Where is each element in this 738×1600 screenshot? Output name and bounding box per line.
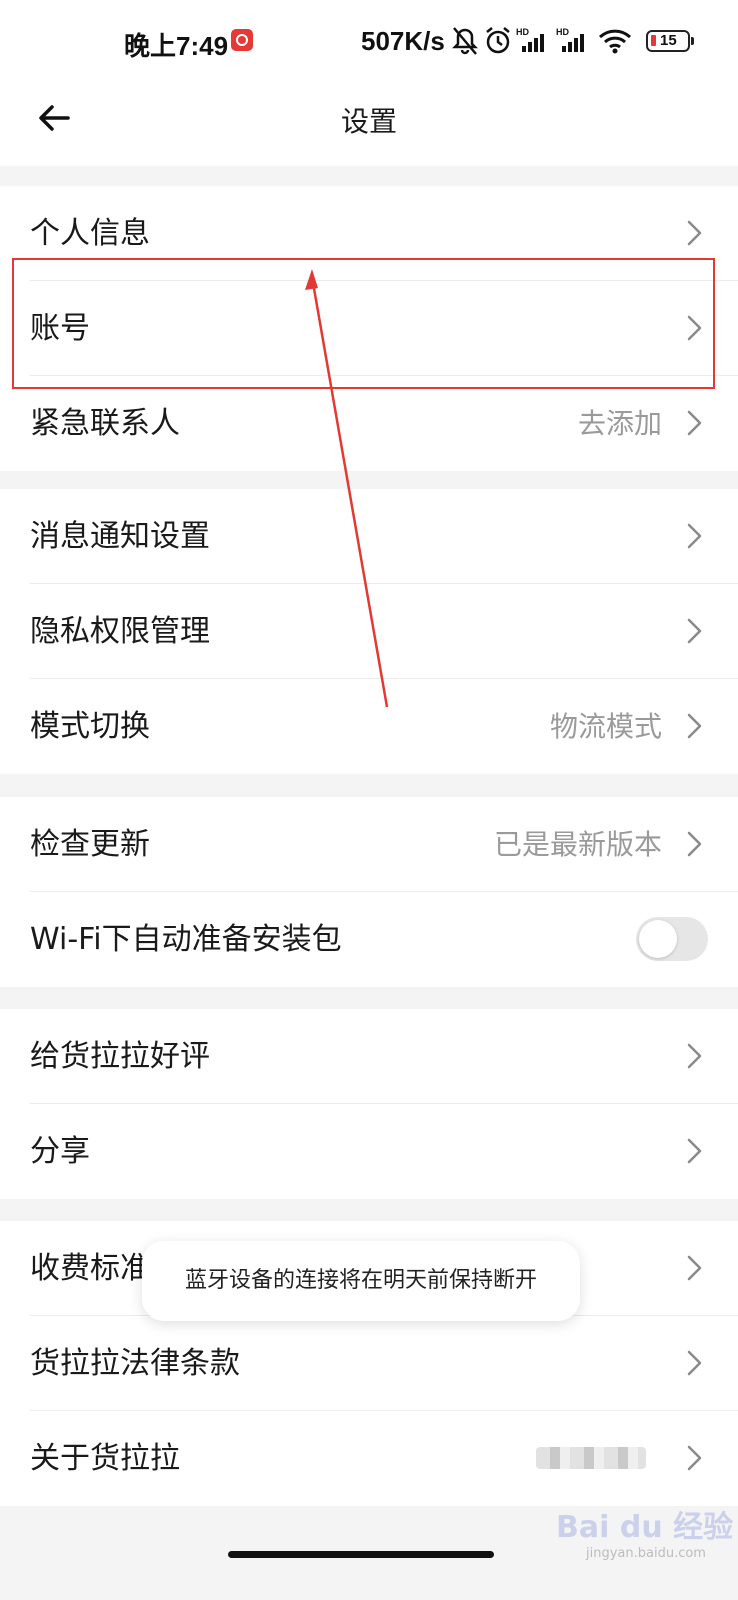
signal-hd-icon: HD [516,27,544,52]
chevron-right-icon [687,523,702,549]
row-mode-switch[interactable]: 模式切换 物流模式 [0,679,738,774]
row-label: 检查更新 [30,827,150,862]
version-pixelated [536,1447,646,1469]
network-speed: 507K/s [361,26,445,56]
wifi-icon [598,29,632,54]
chevron-right-icon [687,831,702,857]
row-value: 去添加 [577,407,662,440]
svg-text:HD: HD [516,27,529,37]
row-label: 隐私权限管理 [30,614,210,649]
chevron-right-icon [687,1445,702,1471]
watermark-logo: Bai du 经验 jingyan.baidu.com [556,1502,733,1561]
watermark-sub: jingyan.baidu.com [586,1546,706,1561]
svg-text:HD: HD [556,27,569,37]
toast-message: 蓝牙设备的连接将在明天前保持断开 [142,1241,580,1321]
toggle-knob [639,920,677,958]
row-notification-settings[interactable]: 消息通知设置 [0,489,738,584]
row-value: 物流模式 [549,710,662,743]
row-label: 关于货拉拉 [30,1441,180,1476]
home-indicator [228,1551,494,1558]
row-label: 紧急联系人 [30,406,180,441]
alarm-icon [486,27,510,54]
settings-group-privacy: 消息通知设置 隐私权限管理 模式切换 物流模式 [0,489,738,774]
battery-icon: 15 [646,30,694,52]
settings-group-share: 给货拉拉好评 分享 [0,1009,738,1199]
row-about[interactable]: 关于货拉拉 [0,1411,738,1506]
row-check-update[interactable]: 检查更新 已是最新版本 [0,797,738,892]
chevron-right-icon [687,410,702,436]
header: 设置 [0,84,738,166]
row-label: Wi-Fi下自动准备安装包 [30,922,342,957]
row-privacy-permissions[interactable]: 隐私权限管理 [0,584,738,679]
chevron-right-icon [687,220,702,246]
watermark-text: Bai du 经验 [556,1510,734,1545]
row-label: 收费标准 [30,1251,150,1286]
row-wifi-auto-download: Wi-Fi下自动准备安装包 [0,892,738,987]
bell-muted-icon [452,27,478,55]
status-time: 晚上7:49 [124,31,229,61]
page-title: 设置 [340,105,397,138]
annotation-highlight-box [12,258,715,389]
row-label: 模式切换 [30,709,150,744]
row-value: 已是最新版本 [493,828,662,861]
row-label: 消息通知设置 [30,519,210,554]
chevron-right-icon [687,1138,702,1164]
app-notification-icon [231,29,253,51]
chevron-right-icon [687,1043,702,1069]
settings-group-update: 检查更新 已是最新版本 Wi-Fi下自动准备安装包 [0,797,738,987]
status-icons: HD HD 15 [452,26,702,58]
row-share[interactable]: 分享 [0,1104,738,1199]
row-label: 货拉拉法律条款 [30,1346,240,1381]
chevron-right-icon [687,1255,702,1281]
row-emergency-contact[interactable]: 紧急联系人 去添加 [0,376,738,471]
row-label: 给货拉拉好评 [30,1039,210,1074]
row-legal-terms[interactable]: 货拉拉法律条款 [0,1316,738,1411]
signal-hd-icon: HD [556,27,584,52]
battery-level: 15 [660,32,677,49]
chevron-right-icon [687,618,702,644]
wifi-auto-download-toggle[interactable] [636,917,708,961]
status-bar: 晚上7:49 507K/s HD HD 15 [0,0,738,84]
row-label: 分享 [30,1134,90,1169]
chevron-right-icon [687,1350,702,1376]
toast-text: 蓝牙设备的连接将在明天前保持断开 [184,1268,537,1293]
row-rate-app[interactable]: 给货拉拉好评 [0,1009,738,1104]
chevron-right-icon [687,713,702,739]
